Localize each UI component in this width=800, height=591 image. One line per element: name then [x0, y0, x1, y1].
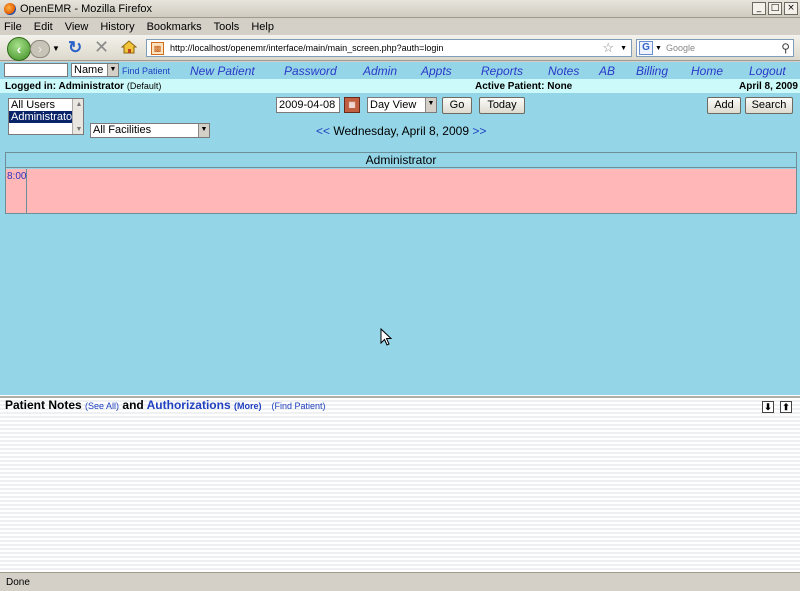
- view-select[interactable]: Day View ▼: [367, 97, 437, 113]
- add-button[interactable]: Add: [707, 97, 741, 114]
- listbox-scrollbar[interactable]: ▲ ▼: [72, 99, 83, 134]
- search-button[interactable]: Search: [745, 97, 793, 114]
- nav-ab[interactable]: AB: [599, 64, 615, 78]
- status-text: Done: [6, 577, 30, 588]
- notes-and: and: [122, 398, 144, 412]
- logged-in-default: (Default): [126, 81, 162, 91]
- today-button[interactable]: Today: [479, 97, 525, 114]
- notes-header: Patient Notes (See All) and Authorizatio…: [5, 398, 326, 412]
- provider-column-header: Administrator: [6, 153, 796, 168]
- user-option-administrator[interactable]: Administrator: [9, 111, 76, 123]
- notes-panel: [0, 398, 800, 572]
- nav-appts[interactable]: Appts: [421, 64, 452, 78]
- nav-reports[interactable]: Reports: [481, 64, 523, 78]
- expand-up-icon[interactable]: ⬆: [780, 401, 792, 413]
- maximize-button[interactable]: □: [768, 2, 782, 15]
- scroll-down-icon[interactable]: ▼: [75, 124, 83, 134]
- current-date-label: April 8, 2009: [739, 81, 798, 92]
- google-engine-icon[interactable]: G: [639, 41, 653, 55]
- stop-icon[interactable]: ✕: [94, 37, 109, 58]
- nav-billing[interactable]: Billing: [636, 64, 668, 78]
- facility-value: All Facilities: [93, 124, 152, 136]
- nav-home[interactable]: Home: [691, 64, 723, 78]
- window-title: OpenEMR - Mozilla Firefox: [20, 2, 153, 15]
- go-button[interactable]: Go: [442, 97, 472, 114]
- nav-password[interactable]: Password: [284, 64, 337, 78]
- menu-view[interactable]: View: [65, 21, 89, 33]
- minimize-button[interactable]: _: [752, 2, 766, 15]
- reload-icon[interactable]: ↻: [68, 38, 82, 58]
- date-navigator: << Wednesday, April 8, 2009 >>: [316, 124, 486, 138]
- url-text[interactable]: http://localhost/openemr/interface/main/…: [170, 43, 602, 53]
- time-slot-label[interactable]: 8:00: [6, 169, 27, 213]
- browser-status-bar: Done: [0, 572, 800, 591]
- nav-admin[interactable]: Admin: [363, 64, 397, 78]
- address-bar[interactable]: ▩ http://localhost/openemr/interface/mai…: [146, 39, 632, 57]
- user-listbox[interactable]: All Users Administrator ▲ ▼: [8, 98, 84, 135]
- prev-day-link[interactable]: <<: [316, 124, 330, 138]
- history-dropdown-icon[interactable]: ▼: [52, 44, 60, 53]
- close-button[interactable]: ×: [784, 2, 798, 15]
- chevron-down-icon: ▼: [425, 98, 436, 112]
- calendar-picker-icon[interactable]: ▦: [344, 97, 360, 113]
- calendar-current-date: Wednesday, April 8, 2009: [333, 124, 470, 138]
- authorizations-link[interactable]: Authorizations: [147, 398, 231, 412]
- engine-dropdown-icon[interactable]: ▼: [655, 45, 662, 52]
- notes-title: Patient Notes: [5, 398, 82, 412]
- view-value: Day View: [370, 99, 417, 111]
- bookmark-star-icon[interactable]: ☆: [602, 40, 614, 56]
- mouse-cursor-icon: [380, 327, 393, 349]
- search-input[interactable]: Google: [666, 43, 781, 53]
- find-patient-link[interactable]: Find Patient: [122, 66, 170, 76]
- chevron-down-icon: ▼: [107, 64, 118, 76]
- nav-notes[interactable]: Notes: [548, 64, 579, 78]
- active-patient-label: Active Patient: None: [475, 81, 573, 92]
- next-day-link[interactable]: >>: [472, 124, 486, 138]
- collapse-down-icon[interactable]: ⬇: [762, 401, 774, 413]
- date-input[interactable]: 2009-04-08: [276, 97, 340, 113]
- logged-in-label: Logged in: Administrator (Default): [5, 81, 161, 92]
- firefox-icon: [4, 2, 16, 15]
- menu-bar: File Edit View History Bookmarks Tools H…: [0, 18, 800, 35]
- forward-arrow-icon[interactable]: ›: [30, 40, 50, 58]
- find-patient-input[interactable]: [4, 63, 68, 77]
- chevron-down-icon: ▼: [198, 124, 209, 137]
- more-link[interactable]: (More): [234, 401, 262, 411]
- search-bar[interactable]: G ▼ Google ⚲: [636, 39, 794, 57]
- menu-help[interactable]: Help: [251, 21, 274, 33]
- see-all-link[interactable]: (See All): [85, 401, 119, 411]
- menu-bookmarks[interactable]: Bookmarks: [147, 21, 202, 33]
- scroll-up-icon[interactable]: ▲: [75, 99, 83, 109]
- window-title-bar: OpenEMR - Mozilla Firefox _ □ ×: [0, 0, 800, 18]
- time-slot-row[interactable]: [6, 169, 796, 213]
- search-icon[interactable]: ⚲: [781, 41, 790, 55]
- nav-new-patient[interactable]: New Patient: [190, 64, 255, 78]
- find-patient-notes-link[interactable]: (Find Patient): [271, 401, 325, 411]
- logged-in-user: Logged in: Administrator: [5, 81, 125, 92]
- find-by-value: Name: [74, 64, 104, 76]
- menu-history[interactable]: History: [100, 21, 134, 33]
- site-favicon-icon: ▩: [151, 41, 164, 55]
- facility-select[interactable]: All Facilities ▼: [90, 123, 210, 138]
- find-by-select[interactable]: Name ▼: [71, 63, 119, 77]
- home-icon[interactable]: [120, 40, 138, 54]
- menu-file[interactable]: File: [4, 21, 22, 33]
- menu-edit[interactable]: Edit: [34, 21, 53, 33]
- nav-logout[interactable]: Logout: [749, 64, 786, 78]
- back-arrow-icon[interactable]: ‹: [7, 37, 31, 61]
- url-dropdown-icon[interactable]: ▼: [620, 45, 627, 52]
- menu-tools[interactable]: Tools: [214, 21, 240, 33]
